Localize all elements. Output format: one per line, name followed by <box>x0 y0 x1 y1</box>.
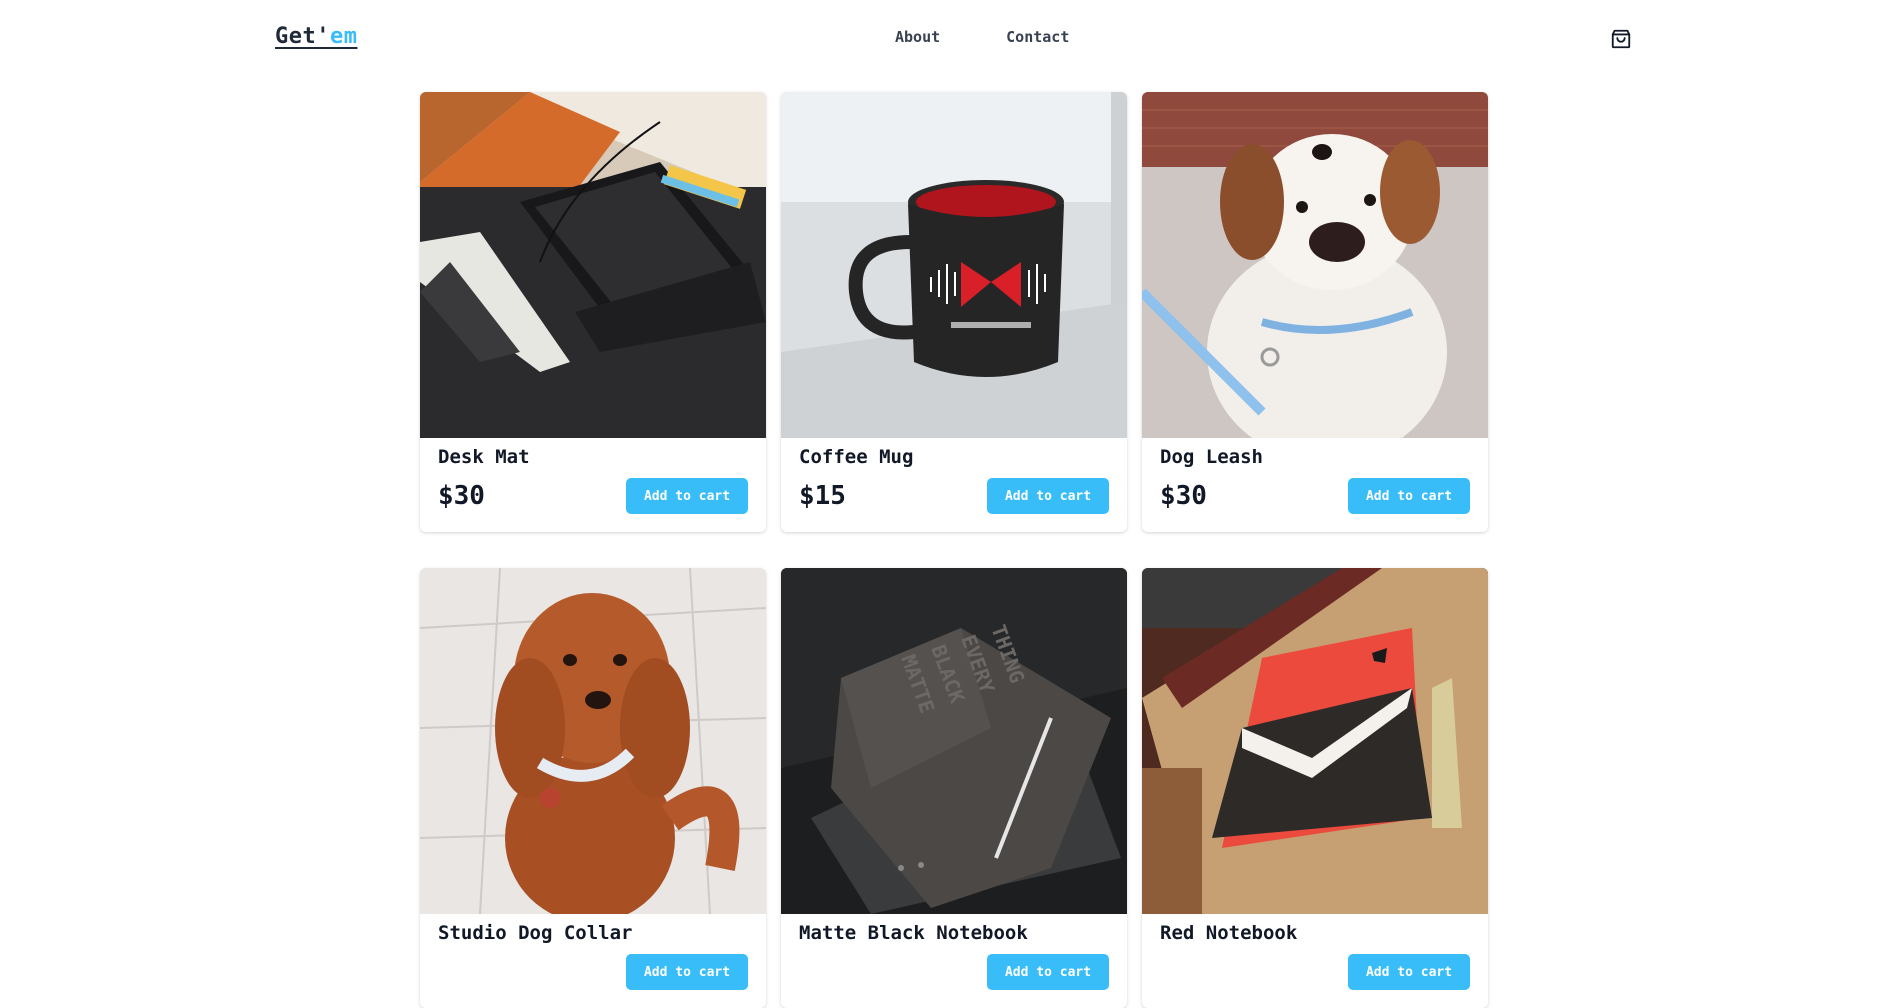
nav-link-about[interactable]: About <box>895 28 940 46</box>
add-to-cart-button[interactable]: Add to cart <box>987 478 1109 514</box>
add-to-cart-button[interactable]: Add to cart <box>1348 478 1470 514</box>
product-card: MATTE BLACK EVERY THING Matte Black Note… <box>781 568 1127 1008</box>
product-card: Red Notebook Add to cart <box>1142 568 1488 1008</box>
matte-black-notebook-photo[interactable]: MATTE BLACK EVERY THING <box>781 568 1127 914</box>
product-grid: Desk Mat $30 Add to cart Coffee Mug $15 … <box>420 92 1488 1008</box>
product-price: $15 <box>799 481 846 511</box>
product-card: Desk Mat $30 Add to cart <box>420 92 766 532</box>
add-to-cart-button[interactable]: Add to cart <box>987 954 1109 990</box>
red-notebook-photo[interactable] <box>1142 568 1488 914</box>
top-nav: Get'em About Contact <box>0 0 1899 76</box>
product-price: $30 <box>1160 481 1207 511</box>
nav-link-contact[interactable]: Contact <box>1006 28 1069 46</box>
product-name: Coffee Mug <box>799 446 914 468</box>
add-to-cart-button[interactable]: Add to cart <box>626 478 748 514</box>
product-info: Coffee Mug $15 Add to cart <box>781 438 1127 532</box>
add-to-cart-button[interactable]: Add to cart <box>1348 954 1470 990</box>
product-name: Red Notebook <box>1160 922 1298 944</box>
studio-dog-collar-photo[interactable] <box>420 568 766 914</box>
product-card: Studio Dog Collar Add to cart <box>420 568 766 1008</box>
logo-accent: em <box>329 24 358 49</box>
product-card: Coffee Mug $15 Add to cart <box>781 92 1127 532</box>
product-name: Desk Mat <box>438 446 530 468</box>
product-name: Dog Leash <box>1160 446 1263 468</box>
product-name: Matte Black Notebook <box>799 922 1028 944</box>
logo[interactable]: Get'em <box>275 24 357 49</box>
product-info: Studio Dog Collar Add to cart <box>420 914 766 1008</box>
product-name: Studio Dog Collar <box>438 922 633 944</box>
dog-leash-photo[interactable] <box>1142 92 1488 438</box>
shopping-bag-icon[interactable] <box>1610 28 1632 50</box>
product-card: Dog Leash $30 Add to cart <box>1142 92 1488 532</box>
nav-links: About Contact <box>895 28 1069 46</box>
add-to-cart-button[interactable]: Add to cart <box>626 954 748 990</box>
product-info: Desk Mat $30 Add to cart <box>420 438 766 532</box>
coffee-mug-photo[interactable] <box>781 92 1127 438</box>
product-info: Dog Leash $30 Add to cart <box>1142 438 1488 532</box>
product-price: $30 <box>438 481 485 511</box>
product-info: Red Notebook Add to cart <box>1142 914 1488 1008</box>
logo-main: Get' <box>275 24 330 49</box>
desk-mat-photo[interactable] <box>420 92 766 438</box>
product-info: Matte Black Notebook Add to cart <box>781 914 1127 1008</box>
